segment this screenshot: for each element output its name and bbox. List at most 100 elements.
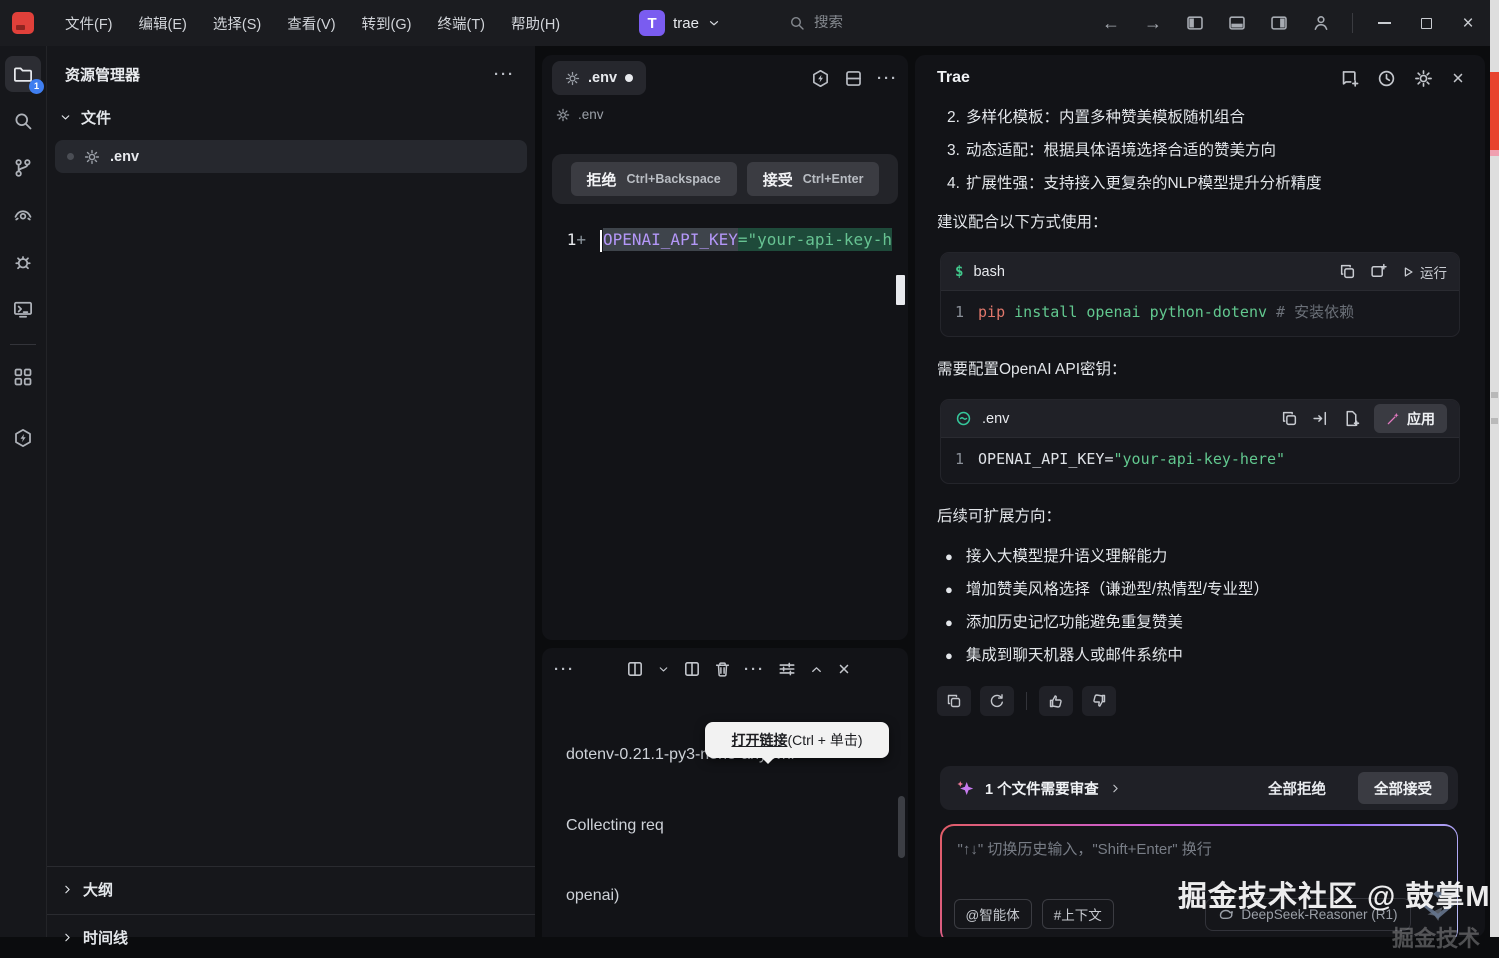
window-close-button[interactable]: × xyxy=(1451,8,1485,38)
search-icon xyxy=(789,15,805,31)
new-chat-icon[interactable] xyxy=(1340,69,1359,88)
menu-edit[interactable]: 编辑(E) xyxy=(126,8,200,39)
page-scrollbar[interactable] xyxy=(1490,0,1499,937)
menu-file[interactable]: 文件(F) xyxy=(52,8,126,39)
thumbs-down-button[interactable] xyxy=(1082,686,1116,716)
insert-into-file-icon[interactable] xyxy=(1312,410,1329,427)
activity-extensions[interactable] xyxy=(5,359,41,395)
accept-all-button[interactable]: 全部接受 xyxy=(1358,772,1448,804)
toggle-left-panel-button[interactable] xyxy=(1178,8,1212,38)
outline-section[interactable]: 大纲 xyxy=(47,866,535,910)
nav-back-button[interactable]: ← xyxy=(1094,8,1128,38)
terminal-line: Collecting req xyxy=(566,814,908,838)
extend-heading: 后续可扩展方向： xyxy=(915,494,1485,540)
close-icon[interactable] xyxy=(1451,71,1465,85)
file-item-env[interactable]: .env xyxy=(55,140,527,173)
numbered-item-2: 2.多样化模板：内置多种赞美模板随机组合 xyxy=(915,101,1485,134)
activity-explorer[interactable]: 1 xyxy=(5,56,41,92)
window-maximize-button[interactable] xyxy=(1409,8,1443,38)
split-editor-icon[interactable] xyxy=(844,69,863,88)
run-button[interactable]: 运行 xyxy=(1401,262,1447,282)
search-icon xyxy=(13,111,33,131)
activity-debug[interactable] xyxy=(5,244,41,280)
explorer-more-button[interactable]: ··· xyxy=(494,66,515,83)
review-text: 1 个文件需要审查 xyxy=(985,778,1099,799)
split-terminal-icon[interactable] xyxy=(683,660,701,678)
new-terminal-icon[interactable] xyxy=(626,660,644,678)
gear-icon[interactable] xyxy=(1414,69,1433,88)
bash-code-card: $ bash 运行 1pip install openai python-dot… xyxy=(940,252,1460,337)
regenerate-button[interactable] xyxy=(980,686,1014,716)
trash-icon[interactable] xyxy=(714,661,731,678)
activity-divider xyxy=(10,344,36,345)
context-chip[interactable]: #上下文 xyxy=(1042,899,1114,929)
bullet-item: ●增加赞美风格选择（谦逊型/热情型/专业型） xyxy=(915,573,1485,606)
app-logo xyxy=(12,12,34,34)
files-section-header[interactable]: 文件 xyxy=(47,95,535,138)
suggest-heading: 建议配合以下方式使用： xyxy=(915,200,1485,246)
agent-chip[interactable]: @智能体 xyxy=(954,899,1032,929)
terminal-tabs-more-button[interactable]: ··· xyxy=(554,661,575,678)
terminal-panel: ··· ··· dotenv-0.21.1-py3-none-any.whl C… xyxy=(542,648,908,937)
copy-response-button[interactable] xyxy=(937,686,971,716)
tab-env[interactable]: .env xyxy=(552,61,646,95)
search-input[interactable] xyxy=(814,15,994,31)
chevron-right-icon[interactable] xyxy=(1109,782,1122,795)
editor-more-button[interactable]: ··· xyxy=(877,70,898,87)
activity-terminal[interactable] xyxy=(5,291,41,327)
code-line-number: 1 xyxy=(955,450,964,468)
thumbs-up-button[interactable] xyxy=(1039,686,1073,716)
activity-ai-review[interactable] xyxy=(5,197,41,233)
workspace-name: trae xyxy=(673,15,699,32)
account-button[interactable] xyxy=(1304,8,1338,38)
scrollbar-annotation xyxy=(1491,392,1498,398)
global-search[interactable] xyxy=(789,15,994,31)
chevron-up-icon[interactable] xyxy=(809,662,824,677)
chevron-down-icon xyxy=(707,16,721,30)
ai-diff-toolbar: 拒绝 Ctrl+Backspace 接受 Ctrl+Enter xyxy=(552,154,898,204)
menu-view[interactable]: 查看(V) xyxy=(274,8,348,39)
activity-marketplace[interactable] xyxy=(5,420,41,456)
history-clock-icon[interactable] xyxy=(1377,69,1396,88)
window-minimize-button[interactable] xyxy=(1367,8,1401,38)
overview-ruler-marker xyxy=(896,275,905,305)
env-code: 1OPENAI_API_KEY="your-api-key-here" xyxy=(941,438,1459,483)
terminal-more-button[interactable]: ··· xyxy=(744,661,765,678)
chevron-down-icon[interactable] xyxy=(657,663,670,676)
close-panel-icon[interactable] xyxy=(837,662,851,676)
menu-terminal[interactable]: 终端(T) xyxy=(424,8,498,39)
activity-source-control[interactable] xyxy=(5,150,41,186)
workspace-selector[interactable]: T trae xyxy=(631,6,729,40)
breadcrumb[interactable]: .env xyxy=(542,101,908,132)
toggle-right-panel-button[interactable] xyxy=(1262,8,1296,38)
code-command: pip xyxy=(978,303,1005,321)
menu-go[interactable]: 转到(G) xyxy=(349,8,425,39)
menu-selection[interactable]: 选择(S) xyxy=(200,8,274,39)
timeline-section[interactable]: 时间线 xyxy=(47,914,535,958)
copy-icon[interactable] xyxy=(1281,410,1298,427)
page-scrollbar-thumb[interactable] xyxy=(1490,72,1499,150)
copy-icon[interactable] xyxy=(1339,263,1356,280)
chat-input-field[interactable] xyxy=(958,838,1441,878)
reject-button[interactable]: 拒绝 Ctrl+Backspace xyxy=(571,162,737,196)
code-args: install openai python-dotenv xyxy=(1005,303,1267,321)
toggle-bottom-panel-button[interactable] xyxy=(1220,8,1254,38)
chevron-right-icon xyxy=(61,883,74,896)
activity-search[interactable] xyxy=(5,103,41,139)
menu-help[interactable]: 帮助(H) xyxy=(498,8,573,39)
chevron-right-icon xyxy=(61,931,74,944)
breadcrumb-file: .env xyxy=(578,107,604,122)
new-file-icon[interactable] xyxy=(1343,410,1360,427)
code-token-key: OPENAI_API_KEY xyxy=(603,228,738,251)
watermark-partial-text: 掘金技术 xyxy=(1392,921,1480,953)
code-line-1[interactable]: 1+ OPENAI_API_KEY="your-api-key-h xyxy=(542,226,908,253)
reject-all-button[interactable]: 全部拒绝 xyxy=(1268,778,1326,799)
insert-terminal-icon[interactable] xyxy=(1370,263,1387,280)
terminal-scrollbar[interactable] xyxy=(898,796,905,858)
apply-button[interactable]: 应用 xyxy=(1374,404,1447,433)
accept-button[interactable]: 接受 Ctrl+Enter xyxy=(747,162,880,196)
shell-prompt-icon: $ xyxy=(955,264,963,280)
trae-ai-icon[interactable] xyxy=(811,69,830,88)
nav-forward-button[interactable]: → xyxy=(1136,8,1170,38)
sliders-icon[interactable] xyxy=(778,660,796,678)
